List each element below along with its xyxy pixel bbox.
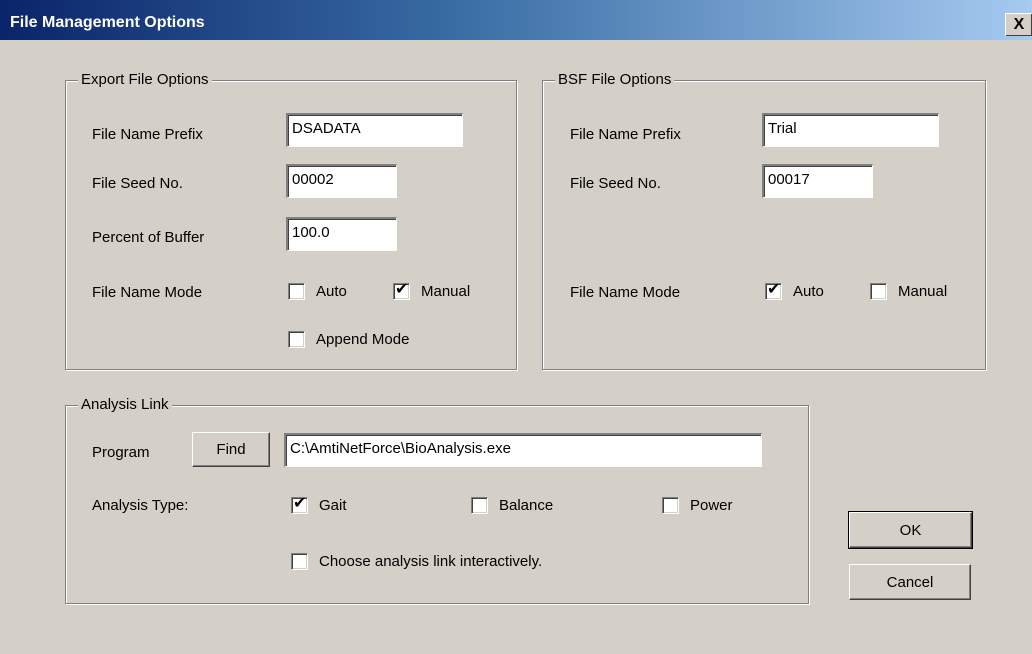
- program-path-input[interactable]: C:\AmtiNetForce\BioAnalysis.exe: [284, 433, 762, 467]
- ok-button[interactable]: OK: [848, 511, 973, 549]
- export-group-title: Export File Options: [78, 71, 212, 88]
- export-percent-label: Percent of Buffer: [92, 229, 205, 246]
- bsf-group-title: BSF File Options: [555, 71, 675, 88]
- balance-label: Balance: [499, 497, 554, 514]
- checkbox-box: [291, 553, 308, 570]
- export-mode-label: File Name Mode: [92, 284, 203, 301]
- cancel-button[interactable]: Cancel: [849, 564, 971, 600]
- checkbox-box: [662, 497, 679, 514]
- checkbox-box: [288, 331, 305, 348]
- bsf-manual-label: Manual: [898, 283, 948, 300]
- interactive-link-checkbox[interactable]: Choose analysis link interactively.: [291, 553, 542, 570]
- checkbox-box: ✔: [765, 281, 782, 300]
- export-prefix-input[interactable]: DSADATA: [286, 113, 463, 147]
- interactive-link-label: Choose analysis link interactively.: [319, 553, 543, 570]
- export-manual-label: Manual: [421, 283, 471, 300]
- gait-checkbox[interactable]: ✔ Gait: [291, 495, 347, 514]
- checkbox-box: ✔: [291, 495, 308, 514]
- export-auto-label: Auto: [316, 283, 347, 300]
- bsf-prefix-label: File Name Prefix: [570, 126, 681, 143]
- bsf-mode-label: File Name Mode: [570, 284, 681, 301]
- find-button[interactable]: Find: [192, 432, 270, 467]
- bsf-seed-label: File Seed No.: [570, 175, 661, 192]
- analysis-type-label: Analysis Type:: [92, 497, 189, 514]
- title-bar: File Management Options X: [0, 0, 1032, 40]
- checkbox-box: ✔: [393, 281, 410, 300]
- bsf-auto-label: Auto: [793, 283, 824, 300]
- check-icon: ✔: [293, 495, 307, 512]
- power-checkbox[interactable]: Power: [662, 497, 733, 514]
- window-title: File Management Options: [10, 14, 205, 31]
- close-icon: X: [1013, 16, 1025, 33]
- close-button[interactable]: X: [1005, 13, 1032, 36]
- power-label: Power: [690, 497, 733, 514]
- export-append-label: Append Mode: [316, 331, 410, 348]
- bsf-auto-checkbox[interactable]: ✔ Auto: [765, 281, 824, 300]
- program-label: Program: [92, 444, 150, 461]
- export-seed-input[interactable]: 00002: [286, 164, 397, 198]
- export-manual-checkbox[interactable]: ✔ Manual: [393, 281, 471, 300]
- analysis-group-title: Analysis Link: [78, 396, 172, 413]
- check-icon: ✔: [767, 281, 781, 298]
- bsf-manual-checkbox[interactable]: Manual: [870, 283, 947, 300]
- bsf-prefix-input[interactable]: Trial: [762, 113, 939, 147]
- gait-label: Gait: [319, 497, 347, 514]
- checkbox-box: [288, 283, 305, 300]
- export-auto-checkbox[interactable]: Auto: [288, 283, 347, 300]
- export-prefix-label: File Name Prefix: [92, 126, 203, 143]
- bsf-seed-input[interactable]: 00017: [762, 164, 873, 198]
- checkbox-box: [870, 283, 887, 300]
- export-append-checkbox[interactable]: Append Mode: [288, 331, 409, 348]
- checkbox-box: [471, 497, 488, 514]
- balance-checkbox[interactable]: Balance: [471, 497, 553, 514]
- export-seed-label: File Seed No.: [92, 175, 183, 192]
- check-icon: ✔: [395, 281, 409, 298]
- export-percent-input[interactable]: 100.0: [286, 217, 397, 251]
